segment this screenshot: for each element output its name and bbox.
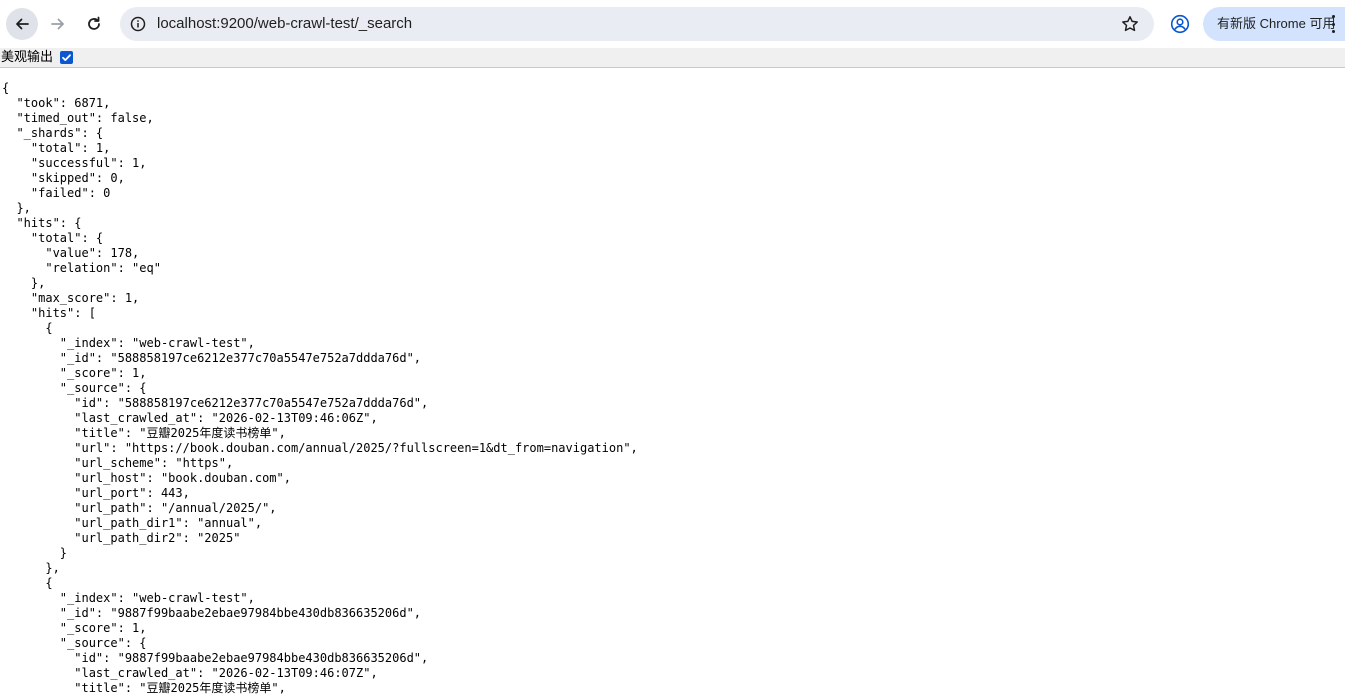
arrow-right-icon — [51, 18, 64, 30]
json-line: "title": "豆瓣2025年度读书榜单", — [2, 681, 286, 695]
json-line: "timed_out": false, — [2, 111, 154, 125]
forward-button[interactable] — [42, 8, 74, 40]
chrome-update-button[interactable]: 有新版 Chrome 可用 — [1203, 7, 1345, 41]
json-line: "id": "9887f99baabe2ebae97984bbe430db836… — [2, 651, 429, 665]
json-line: "_source": { — [2, 636, 147, 650]
json-line: "_index": "web-crawl-test", — [2, 336, 255, 350]
address-bar[interactable]: localhost:9200/web-crawl-test/_search — [120, 7, 1154, 41]
json-line: "failed": 0 — [2, 186, 111, 200]
checkmark-icon — [62, 54, 71, 61]
json-line: "url_scheme": "https", — [2, 456, 234, 470]
json-line: }, — [2, 276, 46, 290]
json-line: "url_path_dir2": "2025" — [2, 531, 241, 545]
json-line: "hits": [ — [2, 306, 96, 320]
json-line: "id": "588858197ce6212e377c70a5547e752a7… — [2, 396, 429, 410]
pretty-print-label: 美观输出 — [1, 50, 54, 65]
json-line: "took": 6871, — [2, 96, 111, 110]
json-line: "_index": "web-crawl-test", — [2, 591, 255, 605]
json-line: { — [2, 321, 53, 335]
back-button[interactable] — [6, 8, 38, 40]
reload-icon — [88, 16, 100, 30]
json-line: "last_crawled_at": "2026-02-13T09:46:06Z… — [2, 411, 378, 425]
json-line: "url_port": 443, — [2, 486, 190, 500]
json-line: "skipped": 0, — [2, 171, 125, 185]
json-line: "hits": { — [2, 216, 82, 230]
json-line: "relation": "eq" — [2, 261, 161, 275]
kebab-menu-icon[interactable] — [1330, 15, 1336, 33]
bookmark-star-icon[interactable] — [1120, 14, 1140, 34]
json-line: "url_host": "book.douban.com", — [2, 471, 291, 485]
json-line: } — [2, 546, 68, 560]
browser-toolbar: localhost:9200/web-crawl-test/_search 有新… — [0, 0, 1345, 48]
json-line: "url_path": "/annual/2025/", — [2, 501, 277, 515]
json-line: "url_path_dir1": "annual", — [2, 516, 263, 530]
json-line: "_shards": { — [2, 126, 104, 140]
site-info-icon[interactable] — [129, 15, 147, 33]
json-line: "title": "豆瓣2025年度读书榜单", — [2, 426, 286, 440]
profile-avatar-icon[interactable] — [1166, 10, 1194, 38]
json-line: "max_score": 1, — [2, 291, 140, 305]
pretty-print-bar: 美观输出 — [0, 48, 1345, 68]
json-line: { — [2, 576, 53, 590]
arrow-left-icon — [16, 18, 29, 30]
json-line: }, — [2, 561, 60, 575]
chrome-update-label: 有新版 Chrome 可用 — [1217, 16, 1336, 31]
json-line: "value": 178, — [2, 246, 140, 260]
json-line: { — [2, 81, 10, 95]
json-response-body: { "took": 6871, "timed_out": false, "_sh… — [2, 81, 1342, 696]
json-line: "last_crawled_at": "2026-02-13T09:46:07Z… — [2, 666, 378, 680]
json-line: "total": 1, — [2, 141, 111, 155]
json-line: "url": "https://book.douban.com/annual/2… — [2, 441, 638, 455]
url-text[interactable]: localhost:9200/web-crawl-test/_search — [157, 14, 412, 34]
pretty-print-checkbox[interactable] — [60, 51, 73, 64]
json-line: "_id": "588858197ce6212e377c70a5547e752a… — [2, 351, 422, 365]
json-line: "_id": "9887f99baabe2ebae97984bbe430db83… — [2, 606, 422, 620]
json-line: "total": { — [2, 231, 104, 245]
json-line: }, — [2, 201, 31, 215]
json-line: "successful": 1, — [2, 156, 147, 170]
json-line: "_score": 1, — [2, 366, 147, 380]
json-line: "_source": { — [2, 381, 147, 395]
json-line: "_score": 1, — [2, 621, 147, 635]
reload-button[interactable] — [78, 8, 110, 40]
